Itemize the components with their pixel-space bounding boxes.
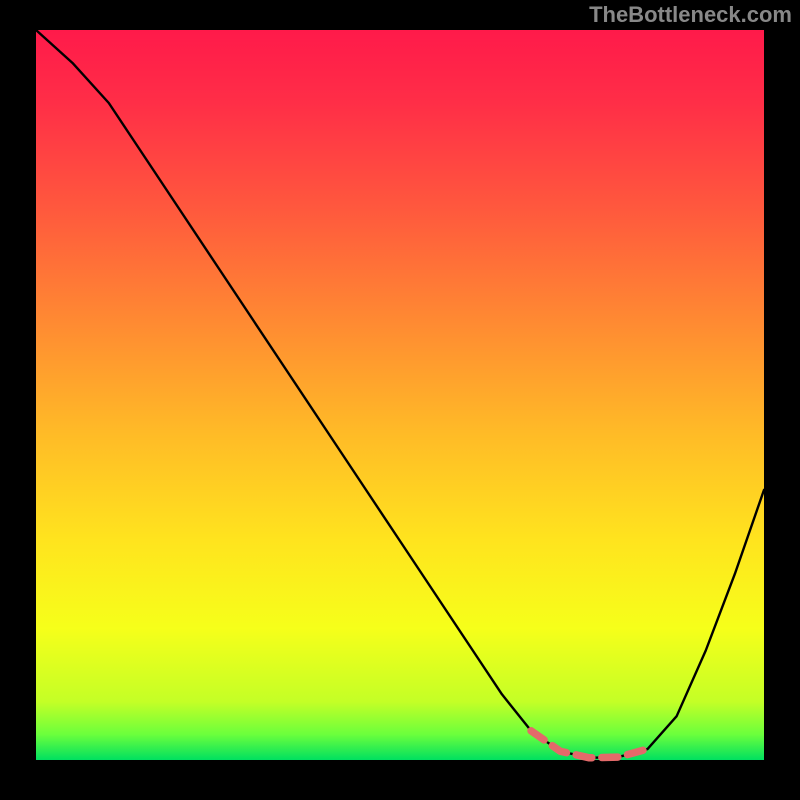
watermark-text: TheBottleneck.com (589, 2, 792, 28)
chart-container: { "watermark": "TheBottleneck.com", "cha… (0, 0, 800, 800)
bottleneck-chart (0, 0, 800, 800)
plot-background (36, 30, 764, 760)
